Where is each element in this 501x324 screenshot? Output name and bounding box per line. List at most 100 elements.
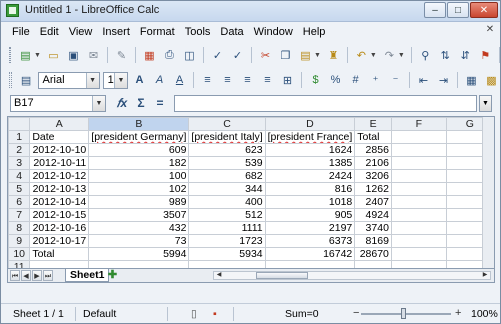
cell[interactable] — [390, 208, 447, 222]
cell[interactable] — [29, 260, 90, 268]
cell[interactable]: 3206 — [354, 169, 392, 183]
cell[interactable]: 344 — [188, 182, 266, 196]
percent-format-icon[interactable]: % — [327, 72, 344, 89]
background-color-icon[interactable]: ▩ — [483, 72, 500, 89]
cell[interactable]: [president Germany] — [88, 130, 190, 144]
cell[interactable] — [390, 143, 447, 157]
open-folder-icon[interactable]: ▭ — [45, 47, 62, 64]
cell[interactable]: 16742 — [264, 247, 356, 261]
menu-window[interactable]: Window — [249, 26, 298, 38]
cell[interactable]: 2012-10-13 — [29, 182, 90, 196]
insert-mode-icon[interactable]: ▯ — [191, 308, 197, 320]
print-icon[interactable]: ⎙ — [161, 47, 178, 64]
menu-format[interactable]: Format — [135, 26, 180, 38]
row-header[interactable]: 5 — [8, 182, 31, 196]
copy-icon[interactable]: ❐ — [277, 47, 294, 64]
cell[interactable] — [354, 260, 392, 268]
zoom-level[interactable]: 100% — [471, 308, 498, 320]
merge-cells-icon[interactable]: ⊞ — [279, 72, 296, 89]
cell[interactable] — [264, 260, 356, 268]
row-header[interactable]: 8 — [8, 221, 31, 235]
redo-dropdown-icon[interactable]: ▼ — [398, 52, 405, 59]
add-decimal-icon[interactable]: ⁺ — [367, 72, 384, 89]
cell[interactable]: 400 — [188, 195, 266, 209]
page-style[interactable]: Default — [83, 308, 116, 320]
cut-icon[interactable]: ✂ — [257, 47, 274, 64]
horizontal-scroll-thumb[interactable] — [256, 272, 308, 279]
column-header-selected[interactable]: B — [88, 117, 190, 131]
expand-formula-bar-icon[interactable]: ▼ — [479, 95, 492, 112]
row-header[interactable]: 3 — [8, 156, 31, 170]
cell[interactable]: 1624 — [264, 143, 356, 157]
cell[interactable]: 2012-10-15 — [29, 208, 90, 222]
menu-file[interactable]: File — [7, 26, 35, 38]
new-document-icon[interactable]: ▤ — [17, 47, 34, 64]
maximize-button[interactable]: □ — [447, 2, 469, 18]
italic-icon[interactable]: A — [151, 72, 168, 89]
cell[interactable] — [390, 234, 447, 248]
row-header[interactable]: 6 — [8, 195, 31, 209]
styles-icon[interactable]: ▤ — [18, 72, 35, 89]
cell[interactable] — [88, 260, 190, 268]
zoom-in-icon[interactable]: + — [455, 307, 461, 319]
prev-sheet-icon[interactable]: ◀ — [21, 270, 31, 281]
menu-view[interactable]: View — [64, 26, 98, 38]
close-button[interactable]: ✕ — [470, 2, 498, 18]
column-header[interactable]: D — [264, 117, 356, 131]
menu-help[interactable]: Help — [298, 26, 331, 38]
font-size-select[interactable]: 10 ▼ — [102, 71, 128, 89]
row-header[interactable]: 9 — [8, 234, 31, 248]
autofilter-icon[interactable]: ⚑ — [477, 47, 494, 64]
zoom-out-icon[interactable]: − — [353, 307, 359, 319]
align-center-icon[interactable]: ≡ — [219, 72, 236, 89]
cell[interactable]: 3507 — [88, 208, 190, 222]
size-dropdown-icon[interactable]: ▼ — [114, 72, 127, 88]
cell[interactable]: 1385 — [264, 156, 356, 170]
menu-tools[interactable]: Tools — [180, 26, 216, 38]
sort-ascending-icon[interactable]: ⇅ — [437, 47, 454, 64]
cell[interactable]: 2407 — [354, 195, 392, 209]
column-header[interactable]: F — [390, 117, 447, 131]
minimize-button[interactable]: – — [424, 2, 446, 18]
cell[interactable]: 1723 — [188, 234, 266, 248]
cell[interactable]: 5934 — [188, 247, 266, 261]
new-dropdown-icon[interactable]: ▼ — [34, 52, 41, 59]
cell[interactable]: 2012-10-17 — [29, 234, 90, 248]
row-header[interactable]: 4 — [8, 169, 31, 183]
cell[interactable]: 432 — [88, 221, 190, 235]
cell[interactable] — [188, 260, 266, 268]
menu-data[interactable]: Data — [215, 26, 248, 38]
function-wizard-icon[interactable]: 𝑓x — [113, 95, 131, 112]
add-sheet-icon[interactable]: ✚ — [106, 270, 119, 281]
justify-icon[interactable]: ≡ — [259, 72, 276, 89]
toolbar-grip[interactable] — [9, 72, 12, 88]
column-header[interactable]: A — [29, 117, 90, 131]
select-all-corner[interactable] — [8, 117, 31, 131]
scroll-right-icon[interactable]: ▶ — [480, 272, 490, 279]
font-name-select[interactable]: Arial ▼ — [37, 71, 100, 89]
cell[interactable]: 1018 — [264, 195, 356, 209]
decrease-indent-icon[interactable]: ⇤ — [415, 72, 432, 89]
cell[interactable]: 1262 — [354, 182, 392, 196]
cell[interactable]: 5994 — [88, 247, 190, 261]
delete-decimal-icon[interactable]: ⁻ — [387, 72, 404, 89]
cell[interactable]: 2012-10-12 — [29, 169, 90, 183]
cell[interactable]: 539 — [188, 156, 266, 170]
function-icon[interactable]: = — [151, 95, 169, 112]
cell[interactable]: 905 — [264, 208, 356, 222]
cell[interactable]: 2197 — [264, 221, 356, 235]
column-header[interactable]: C — [188, 117, 266, 131]
close-document-icon[interactable]: ✕ — [484, 24, 496, 36]
cell[interactable]: 3740 — [354, 221, 392, 235]
sum-icon[interactable]: Σ — [132, 95, 150, 112]
cell[interactable]: 4924 — [354, 208, 392, 222]
cell[interactable]: [president France] — [264, 130, 356, 144]
column-header[interactable]: E — [354, 117, 392, 131]
cell[interactable]: 609 — [88, 143, 190, 157]
cell[interactable]: 2856 — [354, 143, 392, 157]
cell[interactable]: [president Italy] — [188, 130, 266, 144]
cell[interactable] — [390, 195, 447, 209]
cell[interactable] — [390, 169, 447, 183]
cell[interactable]: 73 — [88, 234, 190, 248]
underline-icon[interactable]: A — [171, 72, 188, 89]
